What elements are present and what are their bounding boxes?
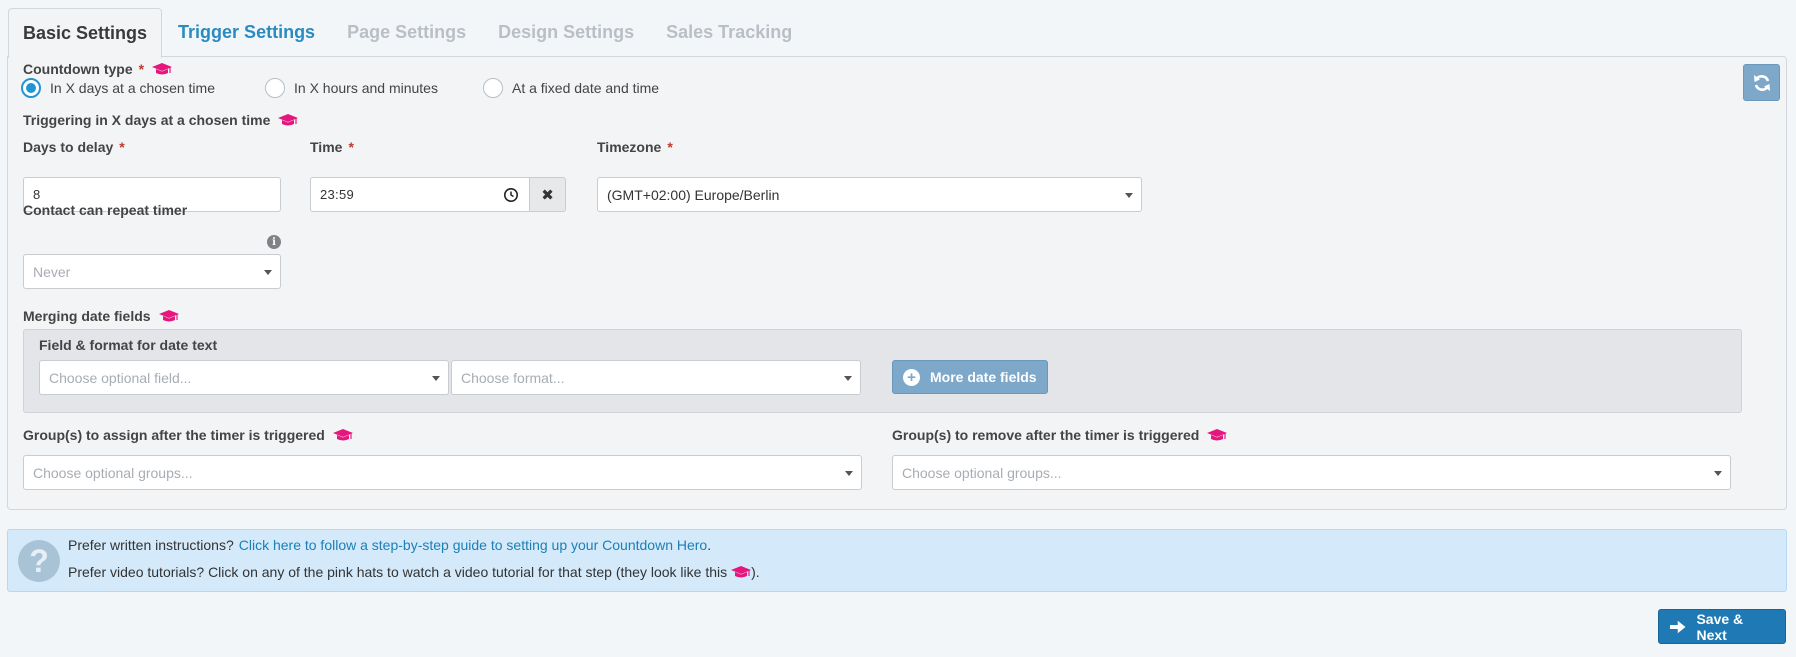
- time-label: Time *: [310, 139, 354, 155]
- repeat-timer-label-text: Contact can repeat timer: [23, 202, 188, 218]
- groups-assign-label-text: Group(s) to assign after the timer is tr…: [23, 427, 325, 443]
- time-label-text: Time: [310, 139, 343, 155]
- repeat-timer-value: Never: [33, 263, 71, 280]
- clock-icon[interactable]: [503, 187, 519, 203]
- help-written-prefix: Prefer written instructions?: [68, 537, 234, 553]
- time-value: 23:59: [320, 187, 355, 202]
- groups-assign-label: Group(s) to assign after the timer is tr…: [23, 427, 353, 443]
- groups-assign-select[interactable]: Choose optional groups...: [23, 455, 862, 490]
- radio-label: In X days at a chosen time: [50, 80, 215, 96]
- more-date-fields-button[interactable]: + More date fields: [892, 360, 1048, 394]
- field-format-label-text: Field & format for date text: [39, 337, 218, 353]
- format-placeholder: Choose format...: [461, 369, 565, 386]
- chevron-down-icon: [432, 376, 440, 381]
- groups-remove-label-text: Group(s) to remove after the timer is tr…: [892, 427, 1200, 443]
- tab-design-settings[interactable]: Design Settings: [482, 8, 650, 56]
- video-tutorial-hat-icon[interactable]: [1207, 428, 1228, 442]
- repeat-timer-select[interactable]: Never: [23, 254, 281, 289]
- radio-option-days[interactable]: In X days at a chosen time: [21, 78, 215, 98]
- info-icon[interactable]: i: [267, 235, 281, 249]
- radio-label: In X hours and minutes: [294, 80, 438, 96]
- timezone-value: (GMT+02:00) Europe/Berlin: [607, 186, 780, 203]
- plus-icon: +: [903, 368, 920, 386]
- triggering-label-text: Triggering in X days at a chosen time: [23, 112, 271, 128]
- question-circle-icon: ?: [18, 540, 60, 582]
- required-marker: *: [119, 139, 125, 155]
- optional-field-placeholder: Choose optional field...: [49, 369, 192, 386]
- required-marker: *: [138, 61, 145, 77]
- more-date-fields-label: More date fields: [930, 369, 1037, 385]
- groups-remove-placeholder: Choose optional groups...: [902, 464, 1062, 481]
- merging-label-text: Merging date fields: [23, 308, 151, 324]
- help-video-suffix: ).: [751, 564, 760, 580]
- radio-option-fixed-date[interactable]: At a fixed date and time: [483, 78, 659, 98]
- save-and-next-label: Save & Next: [1696, 610, 1744, 643]
- timezone-select[interactable]: (GMT+02:00) Europe/Berlin: [597, 177, 1142, 212]
- countdown-type-label-text: Countdown type: [23, 61, 133, 77]
- radio-label: At a fixed date and time: [512, 80, 660, 96]
- time-input[interactable]: 23:59: [310, 177, 530, 212]
- radio-button[interactable]: [21, 78, 41, 98]
- basic-settings-panel: Countdown type * In X days at a chosen t…: [7, 56, 1787, 510]
- help-written-suffix: .: [707, 537, 712, 553]
- merging-date-fields-label: Merging date fields: [23, 308, 179, 324]
- tab-bar: Basic Settings Trigger Settings Page Set…: [8, 8, 808, 58]
- required-marker: *: [348, 139, 354, 155]
- refresh-button[interactable]: [1743, 64, 1780, 101]
- days-delay-label: Days to delay *: [23, 139, 125, 155]
- countdown-type-label: Countdown type *: [23, 61, 173, 77]
- triggering-label: Triggering in X days at a chosen time: [23, 112, 299, 128]
- video-tutorial-hat-icon[interactable]: [152, 62, 173, 76]
- groups-assign-placeholder: Choose optional groups...: [33, 464, 193, 481]
- video-tutorial-hat-icon[interactable]: [158, 309, 179, 323]
- optional-field-select[interactable]: Choose optional field...: [39, 360, 449, 395]
- chevron-down-icon: [264, 270, 272, 275]
- refresh-icon: [1753, 74, 1770, 91]
- clear-time-button[interactable]: ✖: [530, 177, 566, 212]
- chevron-down-icon: [845, 471, 853, 476]
- tab-sales-tracking[interactable]: Sales Tracking: [650, 8, 808, 56]
- video-tutorial-hat-icon[interactable]: [332, 428, 353, 442]
- chevron-down-icon: [844, 376, 852, 381]
- repeat-timer-label: Contact can repeat timer: [23, 202, 187, 218]
- close-icon: ✖: [541, 186, 554, 204]
- radio-button[interactable]: [483, 78, 503, 98]
- video-tutorial-hat-icon: [731, 566, 752, 578]
- save-and-next-button[interactable]: Save & Next: [1658, 609, 1786, 644]
- days-delay-label-text: Days to delay: [23, 139, 114, 155]
- groups-remove-select[interactable]: Choose optional groups...: [892, 455, 1731, 490]
- video-tutorial-hat-icon[interactable]: [278, 113, 299, 127]
- field-format-label: Field & format for date text: [39, 337, 217, 353]
- tab-basic-settings[interactable]: Basic Settings: [8, 8, 163, 58]
- help-info-box: ? Prefer written instructions? Click her…: [7, 529, 1787, 592]
- chevron-down-icon: [1125, 193, 1133, 198]
- radio-button[interactable]: [265, 78, 285, 98]
- timezone-label-text: Timezone: [597, 139, 662, 155]
- tab-page-settings[interactable]: Page Settings: [331, 8, 482, 56]
- required-marker: *: [667, 139, 673, 155]
- help-written-line: Prefer written instructions? Click here …: [68, 537, 711, 553]
- chevron-down-icon: [1714, 471, 1722, 476]
- help-video-line: Prefer video tutorials? Click on any of …: [68, 564, 760, 580]
- groups-remove-label: Group(s) to remove after the timer is tr…: [892, 427, 1228, 443]
- radio-option-hours[interactable]: In X hours and minutes: [265, 78, 438, 98]
- help-video-prefix: Prefer video tutorials? Click on any of …: [68, 564, 728, 580]
- format-select[interactable]: Choose format...: [451, 360, 861, 395]
- timezone-label: Timezone *: [597, 139, 673, 155]
- merge-date-fields-box: Field & format for date text Choose opti…: [23, 329, 1742, 413]
- step-by-step-guide-link[interactable]: Click here to follow a step-by-step guid…: [239, 537, 707, 553]
- arrow-right-icon: [1669, 620, 1686, 633]
- tab-trigger-settings[interactable]: Trigger Settings: [162, 8, 331, 56]
